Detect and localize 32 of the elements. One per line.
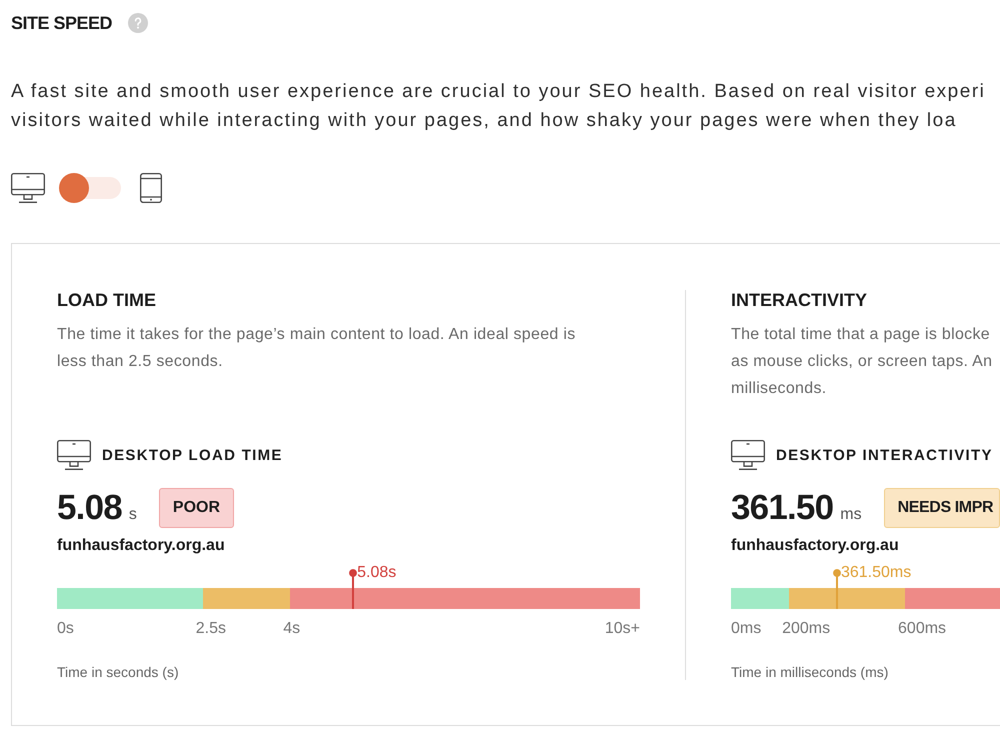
marker-label: 361.50ms xyxy=(840,564,912,582)
desktop-icon xyxy=(731,440,765,470)
rating-badge: NEEDS IMPR xyxy=(884,488,1000,528)
tick-label: 2.5s xyxy=(196,620,226,638)
desktop-icon xyxy=(11,173,45,203)
section-description: The time it takes for the page’s main content to load. An ideal speed is less than 2.5 seconds. xyxy=(57,325,576,372)
rating-badge: POOR xyxy=(158,488,234,528)
section-heading: INTERACTIVITY xyxy=(731,290,868,310)
intro-text: A fast site and smooth user experience are crucial to your SEO health. Based on real visitor experi visitors waited while interacting with your pages, and how shaky your pages were when they loa xyxy=(11,80,986,133)
tick-label: 200ms xyxy=(782,620,830,638)
metric-title: DESKTOP INTERACTIVITY xyxy=(776,446,993,464)
unit-label: s xyxy=(128,506,137,524)
unit-label: ms xyxy=(840,506,862,524)
tick-label: 4s xyxy=(283,620,300,638)
tick-label: 0ms xyxy=(731,620,762,638)
toggle-switch[interactable] xyxy=(59,173,121,203)
page-title: SITE SPEED xyxy=(11,13,112,33)
tick-label: 10s+ xyxy=(604,620,640,638)
metric-value: 5.08 xyxy=(57,488,122,528)
marker-label: 5.08s xyxy=(357,564,396,582)
metric-value: 361.50 xyxy=(731,488,834,528)
site-domain: funhausfactory.org.au xyxy=(57,537,225,555)
tick-label: 600ms xyxy=(898,620,946,638)
metric-title: DESKTOP LOAD TIME xyxy=(102,446,283,464)
section-description: The total time that a page is blocke as mouse clicks, or screen taps. An milliseconds. xyxy=(731,325,992,399)
axis-caption: Time in seconds (s) xyxy=(57,664,179,680)
section-heading: LOAD TIME xyxy=(57,290,156,310)
mobile-icon xyxy=(140,173,162,203)
site-domain: funhausfactory.org.au xyxy=(731,537,899,555)
tick-label: 0s xyxy=(57,620,74,638)
axis-caption: Time in milliseconds (ms) xyxy=(731,664,888,680)
desktop-icon xyxy=(57,440,91,470)
